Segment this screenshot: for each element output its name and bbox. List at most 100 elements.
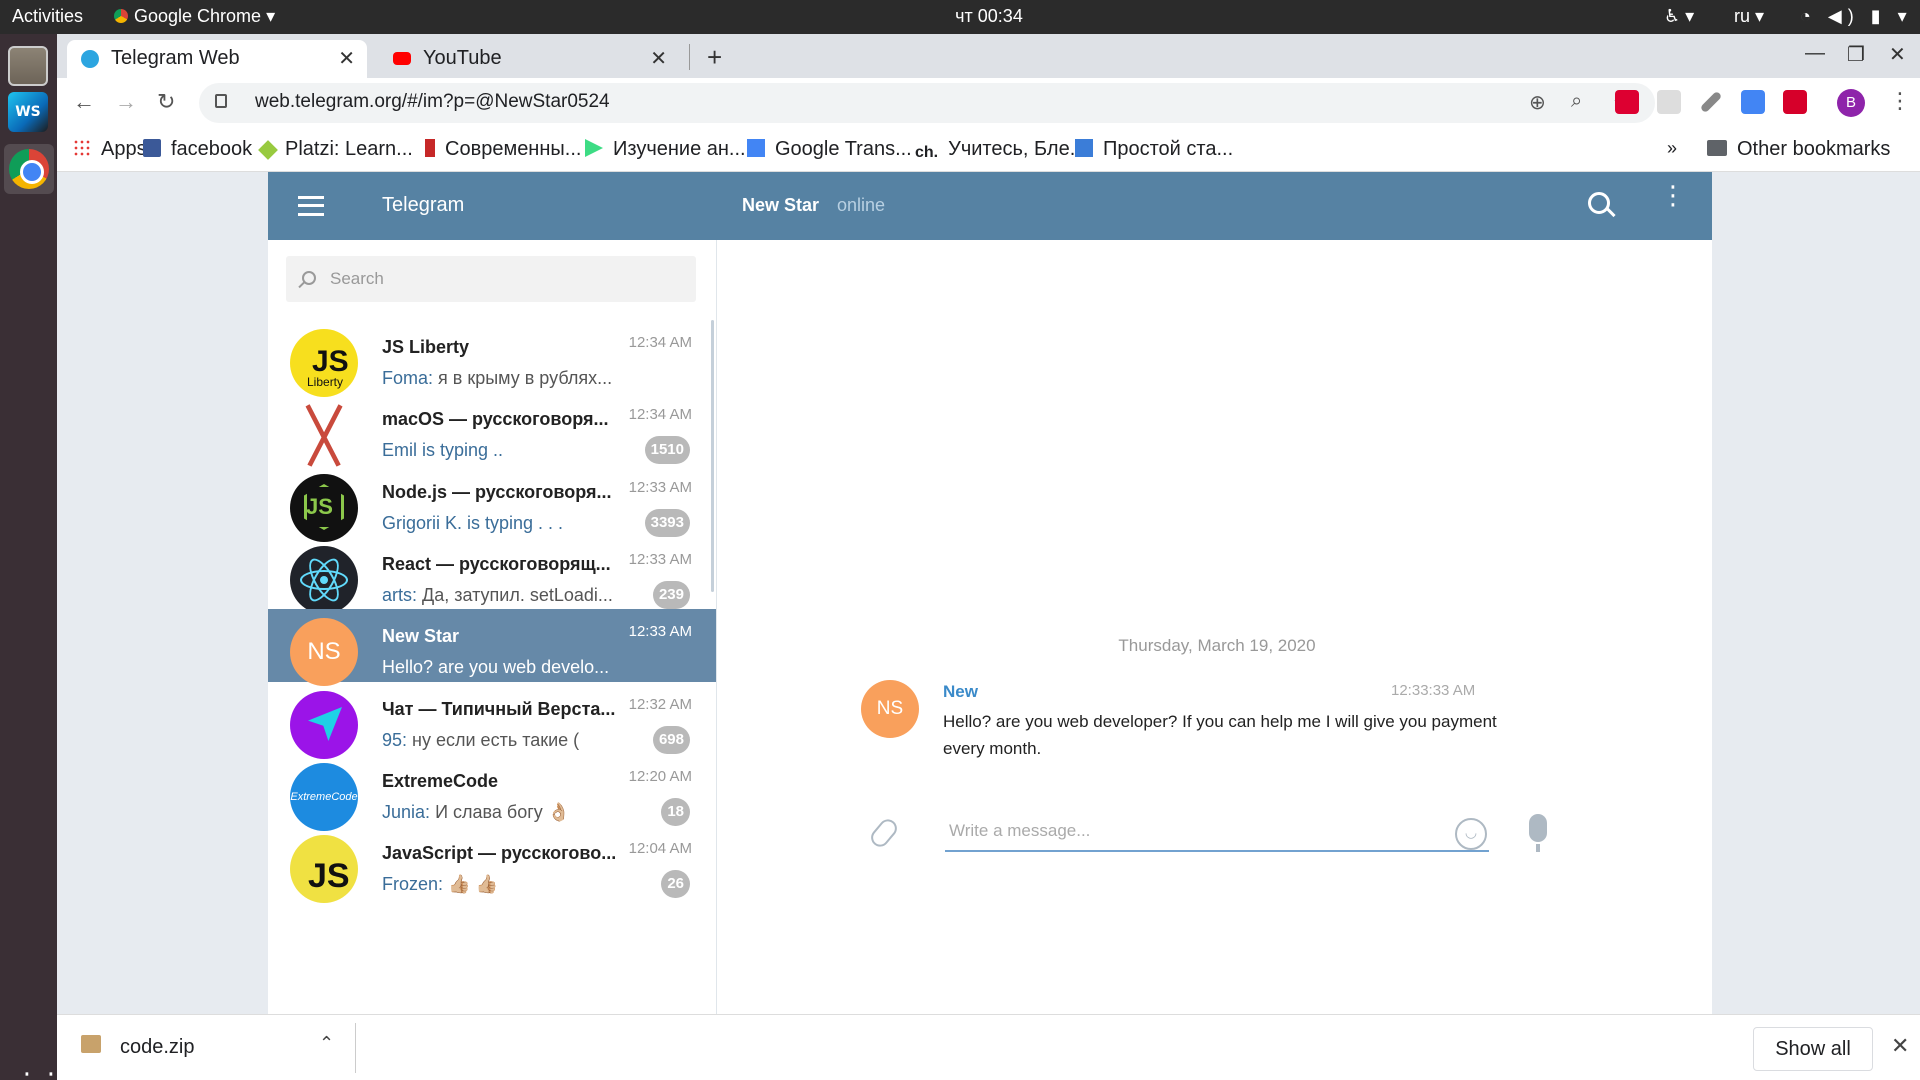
facebook-icon <box>143 139 161 157</box>
bookmark-platzi[interactable]: Platzi: Learn... <box>258 138 413 161</box>
show-applications-icon[interactable]: ⋮⋮⋮ <box>14 1069 88 1080</box>
translate-extension-icon[interactable] <box>1741 90 1765 114</box>
close-tab-icon[interactable]: ✕ <box>338 46 355 71</box>
zoom-icon[interactable]: ⌕ <box>1571 90 1582 113</box>
url-text[interactable]: web.telegram.org/#/im?p=@NewStar0524 <box>255 91 610 113</box>
search-box[interactable] <box>286 256 696 302</box>
bookmark-facebook[interactable]: facebook <box>143 138 252 161</box>
peer-status: online <box>837 195 886 215</box>
chevron-up-icon[interactable]: ⌃ <box>319 1033 334 1054</box>
unread-badge: 698 <box>652 726 690 754</box>
message-text: Hello? are you web developer? If you can… <box>943 712 1497 758</box>
preview-sender: Junia: <box>382 802 431 822</box>
message-avatar[interactable]: NS <box>861 680 919 738</box>
chat-preview: Emil is typing .. <box>382 440 504 460</box>
bookmarks-bar: Apps facebook Platzi: Learn... Современн… <box>57 128 1920 172</box>
tab-telegram[interactable]: Telegram Web ✕ <box>67 40 367 78</box>
show-all-downloads-button[interactable]: Show all <box>1753 1027 1873 1071</box>
address-bar[interactable]: web.telegram.org/#/im?p=@NewStar0524 ⊕ ⌕… <box>199 83 1655 123</box>
bookmark-sovremenny[interactable]: Современны... <box>425 138 581 161</box>
back-arrow-icon[interactable]: ← <box>73 89 95 115</box>
bookmark-label: Простой ста... <box>1103 138 1234 160</box>
chat-time: 12:33 AM <box>628 479 692 496</box>
minimize-icon[interactable]: — <box>1805 42 1825 65</box>
ch-icon: ch. <box>915 144 939 161</box>
youtube-icon <box>393 52 411 65</box>
bookmark-prostoy[interactable]: Простой ста... <box>1075 138 1233 161</box>
files-app-icon[interactable] <box>8 46 48 86</box>
eyedropper-extension-icon[interactable] <box>1699 90 1723 114</box>
bookmark-label: Современны... <box>445 138 582 160</box>
message-author[interactable]: New <box>943 682 978 702</box>
reload-icon[interactable]: ↻ <box>157 89 175 115</box>
chat-preview: Grigorii K. is typing . . . <box>382 513 564 533</box>
language-label: ru <box>1734 6 1751 26</box>
emoji-icon[interactable]: ◡ <box>1455 818 1487 850</box>
unread-badge: 239 <box>652 581 690 609</box>
avatar-text: JS <box>308 857 350 895</box>
browser-menu-icon[interactable]: ⋮ <box>1889 88 1911 114</box>
new-tab-button[interactable]: + <box>707 42 722 73</box>
angular-extension-icon[interactable] <box>1615 90 1639 114</box>
maximize-icon[interactable]: ❐ <box>1847 42 1865 67</box>
bookmark-uchites[interactable]: ch. Учитесь, Бле... <box>915 138 1086 162</box>
unread-badge: 3393 <box>644 509 690 537</box>
play-icon <box>585 139 603 157</box>
language-indicator[interactable]: ru ▾ <box>1734 6 1764 27</box>
other-bookmarks[interactable]: Other bookmarks <box>1707 138 1890 161</box>
preview-text: я в крыму в рублях... <box>438 368 613 388</box>
download-shelf: code.zip ⌃ Show all ✕ <box>57 1014 1920 1080</box>
close-shelf-icon[interactable]: ✕ <box>1891 1033 1909 1059</box>
browser-toolbar: ← → ↻ web.telegram.org/#/im?p=@NewStar05… <box>57 78 1920 128</box>
chat-name: ExtremeCode <box>382 771 499 791</box>
paperclip-icon[interactable] <box>867 815 901 851</box>
system-tray-icons[interactable]: ◔ ◀) ▮ ▾ <box>1800 6 1913 27</box>
profile-avatar[interactable]: B <box>1837 89 1865 117</box>
hamburger-menu-icon[interactable] <box>298 196 324 216</box>
install-app-icon[interactable]: ⊕ <box>1529 90 1546 115</box>
bookmark-label: facebook <box>171 138 253 160</box>
tab-youtube[interactable]: YouTube ✕ <box>379 40 679 78</box>
system-clock[interactable]: чт 00:34 <box>0 6 1920 27</box>
close-window-icon[interactable]: ✕ <box>1889 42 1906 67</box>
avatar: NS <box>290 618 358 686</box>
bookmarks-overflow-icon[interactable]: » <box>1667 138 1677 159</box>
react-atom-icon <box>320 576 328 584</box>
peer-name[interactable]: New Star <box>742 195 819 216</box>
chat-time: 12:33 AM <box>628 623 692 640</box>
chat-time: 12:32 AM <box>628 696 692 713</box>
lock-icon[interactable] <box>215 94 227 108</box>
date-separator: Thursday, March 19, 2020 <box>1118 636 1316 655</box>
red-extension-icon[interactable] <box>1783 90 1807 114</box>
chat-item-new-star[interactable]: NS New Star 12:33 AM Hello? are you web … <box>268 609 716 686</box>
preview-sender: Foma: <box>382 368 434 388</box>
apps-grid-icon <box>73 139 91 157</box>
more-vertical-icon[interactable]: ⋮ <box>1660 182 1686 208</box>
chat-name: JavaScript — русскогово... <box>382 843 617 863</box>
tab-title: YouTube <box>423 47 502 69</box>
bookmark-izuchenie[interactable]: Изучение ан... <box>585 138 746 161</box>
chat-preview: Hello? are you web develo... <box>382 657 610 677</box>
bookmark-apps[interactable]: Apps <box>73 138 147 161</box>
chat-item-javascript[interactable]: JS JavaScript — русскогово... 12:04 AM F… <box>268 826 716 914</box>
chat-list-scrollbar[interactable] <box>711 320 714 592</box>
message-input[interactable] <box>945 812 1489 852</box>
chat-name: React — русскоговорящ... <box>382 554 611 574</box>
avatar: ╳ <box>290 401 358 469</box>
chrome-app-icon[interactable] <box>9 149 49 189</box>
search-input[interactable] <box>330 256 690 302</box>
chat-time: 12:04 AM <box>628 840 692 857</box>
telegram-brand: Telegram <box>382 194 465 216</box>
search-icon[interactable] <box>1588 192 1610 214</box>
microphone-icon[interactable] <box>1529 814 1547 852</box>
webstorm-app-icon[interactable]: WS <box>8 92 48 132</box>
accessibility-icon[interactable]: ♿ ▾ <box>1664 6 1694 27</box>
bookmark-label: Google Trans... <box>775 138 912 160</box>
shield-extension-icon[interactable] <box>1657 90 1681 114</box>
bookmark-google-translate[interactable]: Google Trans... <box>747 138 912 161</box>
download-file-name[interactable]: code.zip <box>120 1036 195 1059</box>
close-tab-icon[interactable]: ✕ <box>650 46 667 71</box>
unread-badge: 1510 <box>644 436 690 464</box>
browser-window: Telegram Web ✕ YouTube ✕ + — ❐ ✕ ← → ↻ w… <box>57 34 1920 1080</box>
forward-arrow-icon[interactable]: → <box>115 89 137 115</box>
